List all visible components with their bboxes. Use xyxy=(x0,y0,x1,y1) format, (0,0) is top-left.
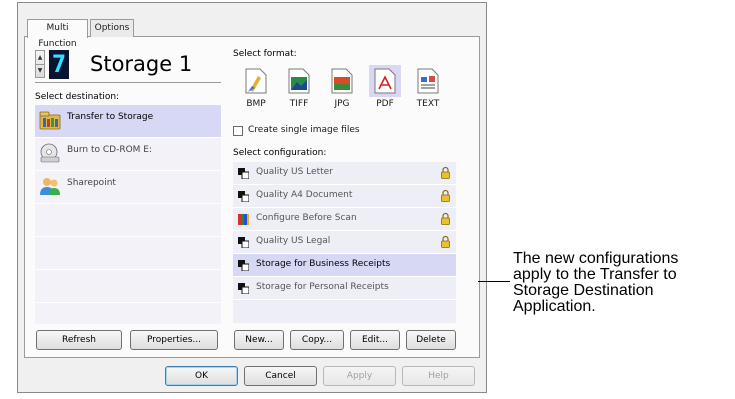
properties-button[interactable]: Properties... xyxy=(130,330,218,350)
configuration-item-label: Configure Before Scan xyxy=(256,213,357,223)
jpg-file-icon xyxy=(331,68,353,94)
help-button[interactable]: Help xyxy=(402,366,475,386)
divider xyxy=(233,299,456,300)
destination-item-sharepoint[interactable]: Sharepoint xyxy=(35,171,221,203)
configuration-item[interactable]: Quality A4 Document xyxy=(233,185,456,207)
configuration-list[interactable]: Quality US Letter Quality A4 Document Co… xyxy=(233,162,456,323)
format-label-pdf: PDF xyxy=(376,99,394,109)
format-label-jpg: JPG xyxy=(334,99,350,109)
divider xyxy=(35,82,221,83)
divider xyxy=(35,203,221,204)
format-option-tiff[interactable] xyxy=(283,65,315,97)
destination-item-transfer-to-storage[interactable]: Transfer to Storage xyxy=(35,105,221,137)
bmp-file-icon xyxy=(245,68,267,94)
storage-number-spinner[interactable]: ▲ ▼ xyxy=(35,50,45,78)
destination-item-label: Burn to CD-ROM E: xyxy=(67,145,153,155)
lock-icon xyxy=(441,166,450,179)
create-single-image-label: Create single image files xyxy=(248,125,360,135)
tab-options[interactable]: Options xyxy=(90,19,134,37)
refresh-button[interactable]: Refresh xyxy=(36,330,122,350)
storage-number-display: 7 xyxy=(49,50,69,79)
divider xyxy=(35,269,221,270)
scanner-config-icon xyxy=(238,168,249,179)
tab-multi-function[interactable]: Multi Function xyxy=(27,19,88,49)
callout-text: The new configurations apply to the Tran… xyxy=(513,251,735,315)
lock-icon xyxy=(441,212,450,225)
select-destination-label: Select destination: xyxy=(35,92,120,102)
storage-name: Storage 1 xyxy=(90,52,193,76)
configuration-item[interactable]: Configure Before Scan xyxy=(233,208,456,230)
configuration-item[interactable]: Quality US Legal xyxy=(233,231,456,253)
tiff-file-icon xyxy=(288,68,310,94)
destination-item-label: Sharepoint xyxy=(67,178,116,188)
destination-item-label: Transfer to Storage xyxy=(67,112,154,122)
configuration-item[interactable]: Quality US Letter xyxy=(233,162,456,184)
configuration-item-label: Quality US Letter xyxy=(256,167,333,177)
callout-line: apply to the Transfer to xyxy=(513,266,677,283)
new-button[interactable]: New... xyxy=(234,330,284,350)
callout-line: The new configurations xyxy=(513,250,679,267)
lock-icon xyxy=(441,189,450,202)
copy-button[interactable]: Copy... xyxy=(290,330,344,350)
callout-line: Storage Destination xyxy=(513,282,654,299)
destination-list[interactable]: Transfer to Storage Burn to CD-ROM E: Sh… xyxy=(35,105,221,324)
callout-leader-line xyxy=(478,281,510,282)
edit-button[interactable]: Edit... xyxy=(350,330,400,350)
text-file-icon xyxy=(417,68,439,94)
destination-item-burn-to-cd[interactable]: Burn to CD-ROM E: xyxy=(35,138,221,170)
format-option-bmp[interactable] xyxy=(240,65,272,97)
lock-icon xyxy=(441,235,450,248)
divider xyxy=(35,236,221,237)
scanner-config-icon xyxy=(238,237,249,248)
format-option-pdf[interactable] xyxy=(369,65,401,97)
cd-burner-icon xyxy=(40,143,60,163)
create-single-image-checkbox[interactable] xyxy=(233,126,243,136)
configuration-item[interactable]: Storage for Personal Receipts xyxy=(233,277,456,299)
pdf-file-icon xyxy=(374,68,396,94)
configuration-item[interactable]: Storage for Business Receipts xyxy=(233,254,456,276)
ok-button[interactable]: OK xyxy=(165,366,238,386)
chevron-down-icon[interactable]: ▼ xyxy=(36,64,44,77)
configuration-item-label: Storage for Personal Receipts xyxy=(256,282,389,292)
format-label-text: TEXT xyxy=(416,99,440,109)
folder-storage-icon xyxy=(39,111,61,130)
scanner-config-icon xyxy=(238,260,249,271)
apply-button[interactable]: Apply xyxy=(323,366,396,386)
format-label-bmp: BMP xyxy=(246,99,266,109)
divider xyxy=(35,302,221,303)
scanner-config-icon xyxy=(238,191,249,202)
select-format-label: Select format: xyxy=(233,49,297,59)
format-option-jpg[interactable] xyxy=(326,65,358,97)
scanner-config-icon xyxy=(238,283,249,294)
sharepoint-people-icon xyxy=(40,178,60,195)
format-label-tiff: TIFF xyxy=(289,99,309,109)
configuration-item-label: Quality A4 Document xyxy=(256,190,353,200)
format-option-text[interactable] xyxy=(412,65,444,97)
chevron-up-icon[interactable]: ▲ xyxy=(36,51,44,65)
delete-button[interactable]: Delete xyxy=(406,330,456,350)
configure-palette-icon xyxy=(238,214,249,225)
cancel-button[interactable]: Cancel xyxy=(244,366,317,386)
configuration-item-label: Storage for Business Receipts xyxy=(256,259,391,269)
select-configuration-label: Select configuration: xyxy=(233,148,327,158)
callout-line: Application. xyxy=(513,298,596,315)
configuration-item-label: Quality US Legal xyxy=(256,236,331,246)
